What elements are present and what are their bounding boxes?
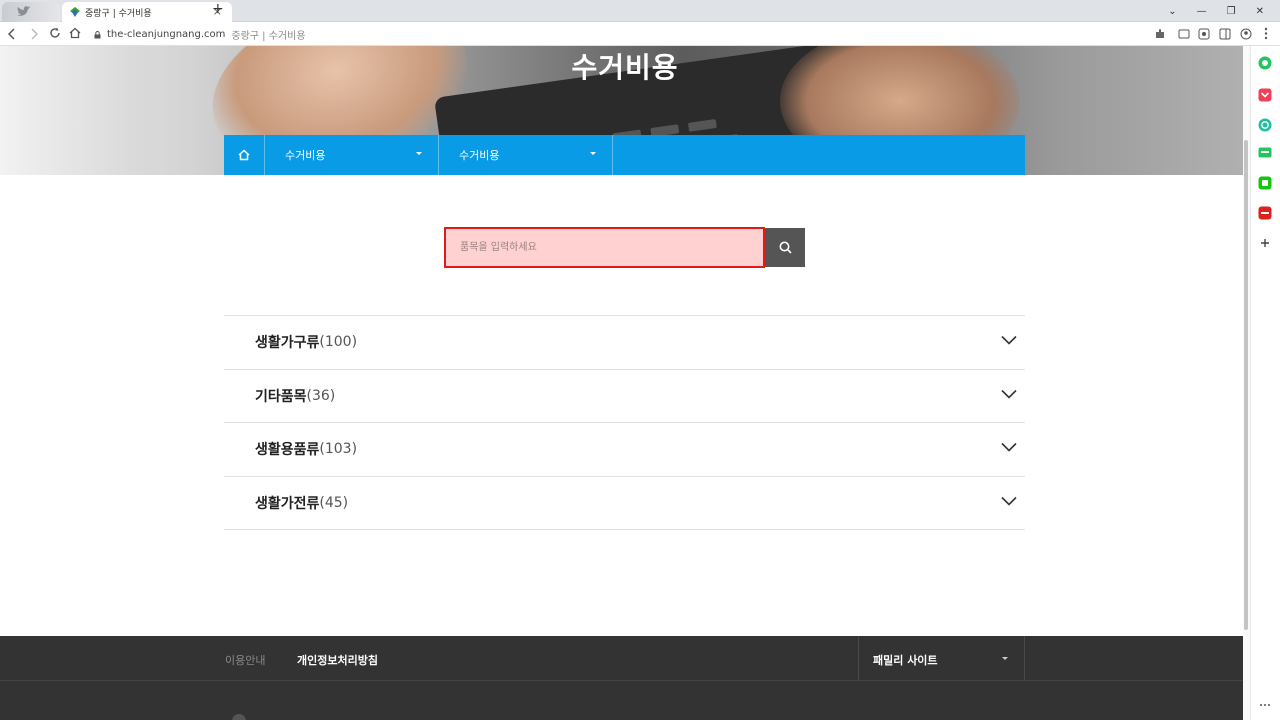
footer-divider — [0, 680, 1243, 681]
chevron-down-icon — [1001, 496, 1017, 506]
circle-icon[interactable] — [1258, 56, 1272, 70]
lock-icon[interactable] — [94, 30, 101, 39]
refresh-icon[interactable] — [1258, 118, 1272, 132]
category-row-appliances[interactable]: 생활가전류 (45) — [224, 477, 1025, 530]
search-icon — [779, 241, 792, 254]
screenshot-icon[interactable] — [1198, 28, 1210, 40]
line-icon[interactable] — [1258, 176, 1272, 190]
subnav-dropdown-label: 수거비용 — [285, 149, 326, 162]
active-tab[interactable]: 중랑구 | 수거비용 × — [62, 2, 232, 22]
page-title: 수거비용 — [571, 51, 679, 84]
close-window-icon[interactable]: ✕ — [1256, 6, 1264, 17]
site-favicon-icon — [70, 7, 80, 17]
minimize-icon[interactable]: — — [1197, 6, 1207, 17]
category-label: 생활가전류 — [255, 495, 320, 512]
pinned-tab[interactable] — [2, 2, 60, 22]
item-search — [444, 227, 805, 268]
caret-down-icon — [1002, 657, 1008, 660]
search-button[interactable] — [765, 228, 805, 267]
chevron-down-icon — [1001, 389, 1017, 399]
category-label: 생활가구류 — [255, 335, 320, 352]
sub-navigation: 수거비용 수거비용 — [224, 135, 1025, 175]
category-label: 기타품목 — [255, 388, 307, 405]
browser-sidebar — [1250, 46, 1280, 720]
tab-title: 중랑구 | 수거비용 — [85, 8, 152, 19]
url-domain: the-cleanjungnang.com — [107, 29, 226, 40]
category-count: (45) — [319, 494, 349, 511]
category-count: (36) — [306, 387, 336, 404]
back-arrow-icon[interactable] — [8, 28, 16, 40]
chevron-down-icon — [1001, 335, 1017, 345]
address-bar: the-cleanjungnang.com 중랑구 | 수거비용 — [0, 22, 1280, 46]
family-site-select[interactable]: 패밀리 사이트 — [858, 636, 1025, 680]
site-footer: 이용안내 개인정보처리방침 패밀리 사이트 — [0, 636, 1243, 720]
url-page-title: 중랑구 | 수거비용 — [231, 31, 306, 42]
category-count: (100) — [319, 334, 358, 351]
pocket-icon[interactable] — [1258, 88, 1272, 102]
restore-icon[interactable]: ❐ — [1227, 6, 1236, 17]
forward-arrow-icon[interactable] — [30, 28, 38, 40]
item-search-input[interactable] — [444, 227, 765, 268]
subnav-dropdown-2[interactable]: 수거비용 — [439, 135, 613, 175]
footer-usage-link[interactable]: 이용안내 — [225, 652, 265, 668]
add-icon[interactable] — [1258, 236, 1272, 250]
footer-privacy-link[interactable]: 개인정보처리방침 — [297, 652, 378, 668]
browser-tab-bar: 중랑구 | 수거비용 × + ⌄ — ❐ ✕ — [0, 0, 1280, 22]
extensions-puzzle-icon[interactable] — [1154, 28, 1166, 40]
tab-search-icon[interactable]: ⌄ — [1168, 6, 1176, 17]
category-accordion: 생활가구류 (100) 기타품목 (36) 생활용품류 (103) 생활가전류 (45) — [224, 315, 1025, 530]
more-icon[interactable] — [1258, 698, 1272, 712]
window-controls: ⌄ — ❐ ✕ — [1168, 0, 1280, 22]
home-icon — [238, 149, 250, 161]
category-row-furniture[interactable]: 생활가구류 (100) — [224, 316, 1025, 370]
url-field[interactable]: the-cleanjungnang.com 중랑구 | 수거비용 — [94, 27, 306, 42]
menu-dots-icon[interactable] — [1264, 27, 1268, 40]
category-count: (103) — [319, 441, 358, 458]
profile-icon[interactable] — [1240, 28, 1252, 40]
side-panel-icon[interactable] — [1219, 28, 1231, 40]
footer-logo — [232, 714, 246, 720]
web-page: 수거비용 수거비용 수거비용 생활가구류(100) 기타품목(36) 생활 — [0, 46, 1243, 720]
category-label: 생활용품류 — [255, 442, 320, 459]
chat-icon[interactable] — [1258, 146, 1272, 160]
category-row-household[interactable]: 생활용품류 (103) — [224, 423, 1025, 477]
home-icon[interactable] — [69, 27, 81, 39]
twitter-icon — [17, 6, 31, 16]
reload-icon[interactable] — [49, 27, 61, 39]
family-site-label: 패밀리 사이트 — [873, 654, 938, 667]
category-row-other[interactable]: 기타품목 (36) — [224, 370, 1025, 423]
subnav-dropdown-1[interactable]: 수거비용 — [265, 135, 439, 175]
chevron-down-icon — [1001, 442, 1017, 452]
new-tab-button[interactable]: + — [212, 1, 224, 17]
caret-down-icon — [590, 152, 596, 155]
news-icon[interactable] — [1258, 206, 1272, 220]
cast-icon[interactable] — [1178, 28, 1190, 40]
caret-down-icon — [416, 152, 422, 155]
subnav-dropdown-label: 수거비용 — [459, 149, 500, 162]
subnav-home-button[interactable] — [224, 135, 265, 175]
scrollbar-thumb[interactable] — [1244, 140, 1248, 630]
